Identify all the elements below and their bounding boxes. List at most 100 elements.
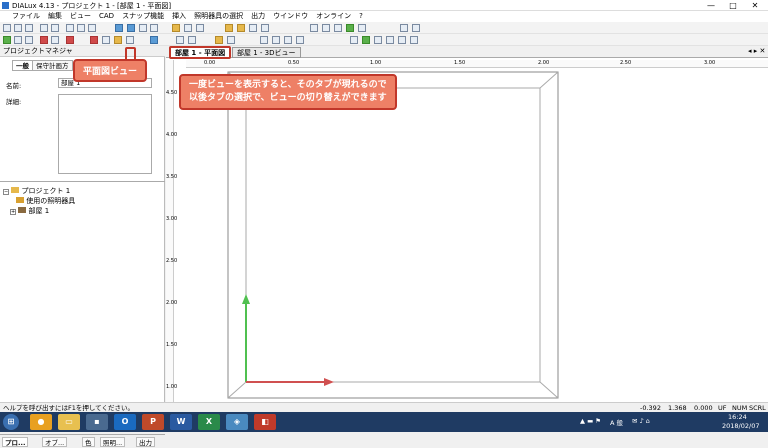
word-icon[interactable]: W: [170, 414, 192, 430]
move-icon[interactable]: [25, 36, 33, 44]
new-icon[interactable]: [3, 24, 11, 32]
menu-cad[interactable]: CAD: [95, 11, 118, 22]
y-axis-arrowhead: [242, 294, 250, 304]
camera-icon[interactable]: [227, 36, 235, 44]
gear-icon[interactable]: [398, 36, 406, 44]
tree-item-used-luminaires[interactable]: 使用の照明器具: [16, 196, 75, 206]
app-icon[interactable]: [2, 2, 9, 9]
texture-icon[interactable]: [412, 24, 420, 32]
zoom-icon[interactable]: [184, 24, 192, 32]
room-icon[interactable]: [176, 36, 184, 44]
tab-general[interactable]: 一般: [12, 60, 33, 71]
menu-help[interactable]: ?: [355, 11, 367, 22]
tree-item-room[interactable]: + 部屋 1: [10, 206, 49, 216]
tab-output[interactable]: 出力: [136, 437, 155, 447]
floor-icon[interactable]: [188, 36, 196, 44]
rotate-icon[interactable]: [14, 36, 22, 44]
minimize-button[interactable]: —: [700, 0, 722, 11]
sun-icon[interactable]: [215, 36, 223, 44]
window-element-icon[interactable]: [126, 36, 134, 44]
light-icon[interactable]: [237, 24, 245, 32]
ime-indicator[interactable]: A 般: [610, 417, 623, 427]
calc-icon[interactable]: [249, 24, 257, 32]
menu-window[interactable]: ウインドウ: [269, 11, 312, 22]
copy-icon[interactable]: [51, 36, 59, 44]
plan-view-icon[interactable]: [127, 24, 135, 32]
grid-icon[interactable]: [261, 24, 269, 32]
door-icon[interactable]: [114, 36, 122, 44]
app-icon-2[interactable]: ◈: [226, 414, 248, 430]
tray-icons[interactable]: ▲ ▬ ⚑: [580, 417, 601, 425]
menu-insert[interactable]: 挿入: [168, 11, 190, 22]
start-button[interactable]: ⊞: [3, 414, 19, 430]
pencil-icon[interactable]: [374, 36, 382, 44]
tab-project[interactable]: プロ...: [2, 437, 29, 447]
front-view-icon[interactable]: [150, 24, 158, 32]
tab-objects[interactable]: オブ...: [42, 437, 68, 447]
tab-maintenance[interactable]: 保守計画方: [32, 60, 73, 71]
save-icon[interactable]: [25, 24, 33, 32]
expand-icon[interactable]: −: [3, 189, 9, 195]
luminaire-icon[interactable]: [225, 24, 233, 32]
pan-icon[interactable]: [196, 24, 204, 32]
color-icon[interactable]: [400, 24, 408, 32]
layer-icon[interactable]: [410, 36, 418, 44]
furniture-icon[interactable]: [150, 36, 158, 44]
delete-icon[interactable]: [40, 36, 48, 44]
export-icon[interactable]: [334, 24, 342, 32]
open-icon[interactable]: [14, 24, 22, 32]
outlook-icon[interactable]: O: [114, 414, 136, 430]
menu-output[interactable]: 出力: [247, 11, 269, 22]
menu-view[interactable]: ビュー: [66, 11, 95, 22]
explorer-icon[interactable]: ▭: [58, 414, 80, 430]
select-icon[interactable]: [172, 24, 180, 32]
calc-surface-icon[interactable]: [362, 36, 370, 44]
undo-icon[interactable]: [77, 24, 85, 32]
powerpoint-icon[interactable]: P: [142, 414, 164, 430]
line-icon[interactable]: [260, 36, 268, 44]
rect-icon[interactable]: [272, 36, 280, 44]
chrome-icon[interactable]: ●: [30, 414, 52, 430]
redo-icon[interactable]: [88, 24, 96, 32]
room-outer-wall[interactable]: [227, 71, 559, 399]
clock-time[interactable]: 16:24: [728, 413, 747, 421]
tab-luminaires[interactable]: 照明...: [100, 437, 126, 447]
polygon-icon[interactable]: [296, 36, 304, 44]
mirror-icon[interactable]: [66, 36, 74, 44]
measure-icon[interactable]: [350, 36, 358, 44]
arrow-icon[interactable]: [358, 24, 366, 32]
detail-field[interactable]: [58, 94, 152, 174]
expand-icon[interactable]: +: [10, 209, 16, 215]
excel-icon[interactable]: X: [198, 414, 220, 430]
plan-view-callout: 平面図ビュー: [73, 59, 148, 82]
print-icon[interactable]: [40, 24, 48, 32]
preview-icon[interactable]: [51, 24, 59, 32]
maximize-button[interactable]: □: [722, 0, 744, 11]
app-icon-1[interactable]: ▪: [86, 414, 108, 430]
menu-file[interactable]: ファイル: [0, 11, 44, 22]
bulb-icon[interactable]: [322, 24, 330, 32]
tray-status-icons[interactable]: ✉ ♪ ⌂: [632, 417, 650, 425]
cut-icon[interactable]: [66, 24, 74, 32]
menu-snap[interactable]: スナップ機能: [118, 11, 168, 22]
dialux-icon[interactable]: ◧: [254, 414, 276, 430]
title-bar: DIALux 4.13 - プロジェクト 1 - [部屋 1 - 平面図] — …: [0, 0, 768, 11]
wall-icon[interactable]: [102, 36, 110, 44]
menu-luminaire-selection[interactable]: 照明器具の選択: [190, 11, 247, 22]
surface-icon[interactable]: [90, 36, 98, 44]
menu-online[interactable]: オンライン: [312, 11, 355, 22]
circle-icon[interactable]: [284, 36, 292, 44]
callout-text: 平面図ビュー: [83, 67, 138, 77]
clock-date[interactable]: 2018/02/07: [722, 422, 759, 430]
close-button[interactable]: ✕: [744, 0, 766, 11]
side-view-icon[interactable]: [139, 24, 147, 32]
room-inner-wall[interactable]: [245, 87, 541, 383]
render-icon[interactable]: [310, 24, 318, 32]
pointer-icon[interactable]: [3, 36, 11, 44]
tree-item-project[interactable]: − プロジェクト 1: [3, 186, 70, 196]
curve-icon[interactable]: [386, 36, 394, 44]
menu-edit[interactable]: 編集: [44, 11, 66, 22]
tab-colors[interactable]: 色: [82, 437, 95, 447]
3d-view-icon[interactable]: [115, 24, 123, 32]
scene-icon[interactable]: [346, 24, 354, 32]
